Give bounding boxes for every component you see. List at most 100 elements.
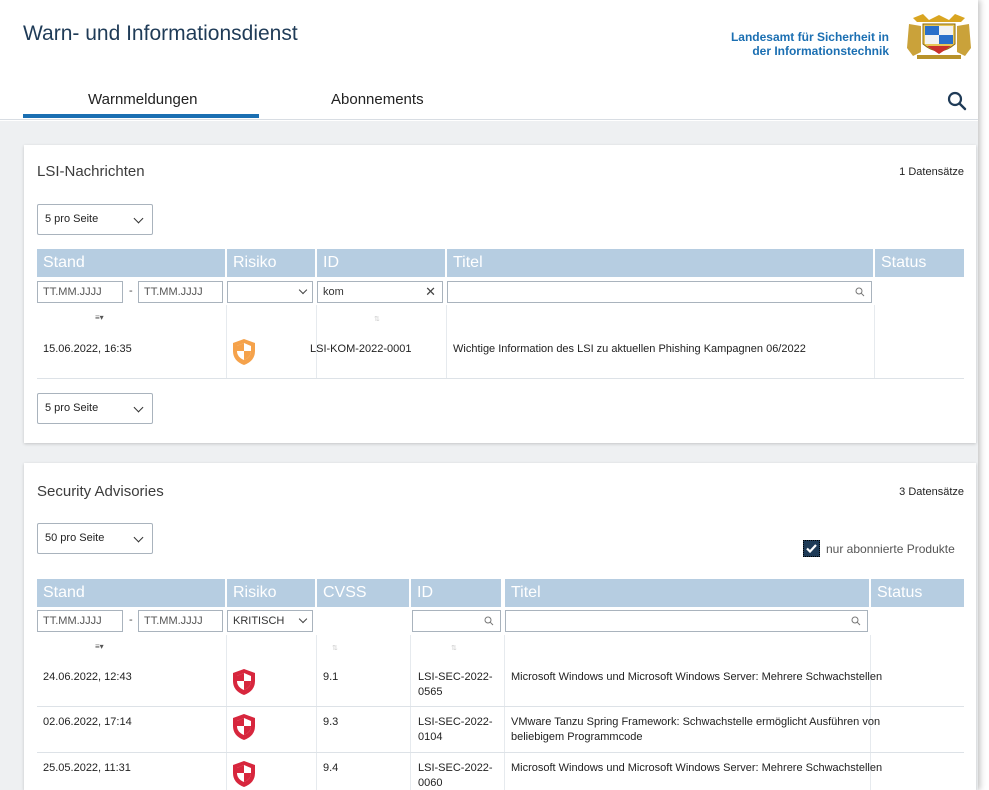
- shield-orange-icon: [233, 339, 255, 365]
- row-title-line-1: VMware Tanzu Spring Framework: Schwachst…: [511, 716, 881, 728]
- column-header-risiko[interactable]: Risiko: [227, 249, 315, 277]
- date-range-dash: -: [129, 614, 133, 626]
- column-header-stand[interactable]: Stand: [37, 249, 225, 277]
- chevron-down-icon: [298, 614, 308, 624]
- column-divider: [226, 305, 227, 379]
- row-title[interactable]: Microsoft Windows und Microsoft Windows …: [511, 761, 882, 776]
- row-stand: 15.06.2022, 16:35: [43, 343, 132, 355]
- coat-of-arms-logo: [903, 12, 975, 60]
- card-title: LSI-Nachrichten: [37, 163, 145, 180]
- column-divider: [446, 305, 447, 379]
- column-header-stand[interactable]: Stand: [37, 579, 225, 607]
- row-stand: 25.05.2022, 11:31: [43, 762, 131, 774]
- risk-filter-value: KRITISCH: [233, 615, 285, 627]
- active-tab-indicator: [23, 114, 259, 118]
- column-divider: [410, 635, 411, 790]
- row-id-line-2: 0060: [418, 777, 443, 789]
- card-title: Security Advisories: [37, 483, 164, 500]
- id-filter-input[interactable]: kom ✕: [317, 281, 443, 303]
- title-filter-input[interactable]: [505, 610, 868, 632]
- row-id[interactable]: LSI-SEC-2022- 0060: [418, 761, 493, 790]
- tab-warnmeldungen[interactable]: Warnmeldungen: [88, 91, 198, 108]
- date-to-filter[interactable]: TT.MM.JJJJ: [138, 281, 223, 303]
- date-range-dash: -: [129, 285, 133, 297]
- risk-filter-select[interactable]: [227, 281, 313, 303]
- column-header-titel[interactable]: Titel: [505, 579, 869, 607]
- row-title[interactable]: VMware Tanzu Spring Framework: Schwachst…: [511, 715, 880, 745]
- date-from-filter[interactable]: TT.MM.JJJJ: [37, 281, 123, 303]
- page-size-value: 5 pro Seite: [45, 213, 99, 225]
- column-divider: [874, 305, 875, 379]
- column-header-status[interactable]: Status: [875, 249, 964, 277]
- title-filter-input[interactable]: [447, 281, 872, 303]
- only-subscribed-label: nur abonnierte Produkte: [826, 542, 955, 556]
- sort-neutral-icon[interactable]: ⇅: [451, 644, 457, 652]
- row-divider: [37, 378, 964, 379]
- row-id-line-2: 0104: [418, 731, 443, 743]
- row-title-line-1: Microsoft Windows und Microsoft Windows …: [511, 762, 883, 774]
- row-cvss: 9.4: [323, 762, 339, 774]
- sort-desc-icon[interactable]: ≡▾: [95, 313, 104, 322]
- page-size-select[interactable]: 50 pro Seite: [37, 523, 153, 554]
- page-size-value: 5 pro Seite: [45, 402, 99, 414]
- row-cvss: 9.1: [323, 671, 339, 683]
- search-icon: [484, 616, 494, 626]
- row-id[interactable]: LSI-KOM-2022-0001: [310, 342, 412, 357]
- chevron-down-icon: [133, 532, 144, 543]
- row-title-line-1: Microsoft Windows und Microsoft Windows …: [511, 671, 883, 683]
- row-id-line-1: LSI-SEC-2022-: [418, 762, 493, 774]
- date-from-filter[interactable]: TT.MM.JJJJ: [37, 610, 123, 632]
- lsi-news-card: LSI-Nachrichten 1 Datensätze 5 pro Seite…: [24, 145, 976, 443]
- id-filter-value: kom: [323, 286, 344, 298]
- row-id-line-1: LSI-SEC-2022-: [418, 716, 493, 728]
- column-header-id[interactable]: ID: [411, 579, 501, 607]
- column-header-status[interactable]: Status: [871, 579, 964, 607]
- sort-neutral-icon[interactable]: ⇅: [374, 315, 380, 323]
- shield-red-icon: [233, 761, 255, 787]
- row-title[interactable]: Wichtige Information des LSI zu aktuelle…: [453, 342, 806, 357]
- row-id[interactable]: LSI-SEC-2022- 0104: [418, 715, 493, 745]
- clear-icon[interactable]: ✕: [425, 282, 436, 302]
- column-header-cvss[interactable]: CVSS Temporal: [317, 579, 409, 629]
- agency-line-2: der Informationstechnik: [752, 44, 889, 58]
- column-header-id[interactable]: ID: [317, 249, 445, 277]
- column-divider: [316, 635, 317, 790]
- shield-red-icon: [233, 714, 255, 740]
- row-divider: [37, 752, 964, 753]
- tab-abonnements[interactable]: Abonnements: [331, 91, 424, 108]
- page-size-select[interactable]: 5 pro Seite: [37, 204, 153, 235]
- checkmark-icon: [806, 544, 817, 554]
- agency-name: Landesamt für Sicherheit in der Informat…: [731, 30, 889, 58]
- row-title[interactable]: Microsoft Windows und Microsoft Windows …: [511, 670, 882, 685]
- column-header-risiko[interactable]: Risiko: [227, 579, 315, 607]
- app-title: Warn- und Informationsdienst: [23, 22, 298, 45]
- chevron-down-icon: [133, 402, 144, 413]
- row-title-line-2: beliebigem Programmcode: [511, 731, 643, 743]
- only-subscribed-checkbox[interactable]: [803, 540, 820, 557]
- row-stand: 02.06.2022, 17:14: [43, 716, 132, 728]
- sort-desc-icon[interactable]: ≡▾: [95, 642, 104, 651]
- id-filter-input[interactable]: [412, 610, 501, 632]
- shield-red-icon: [233, 669, 255, 695]
- row-cvss: 9.3: [323, 716, 339, 728]
- sort-neutral-icon[interactable]: ⇅: [332, 644, 338, 652]
- agency-line-1: Landesamt für Sicherheit in: [730, 30, 889, 44]
- row-id[interactable]: LSI-SEC-2022- 0565: [418, 670, 493, 700]
- search-icon: [855, 287, 865, 297]
- record-count: 3 Datensätze: [899, 486, 964, 498]
- search-icon[interactable]: [946, 90, 968, 112]
- record-count: 1 Datensätze: [899, 166, 964, 178]
- date-to-filter[interactable]: TT.MM.JJJJ: [138, 610, 223, 632]
- page-size-select-bottom[interactable]: 5 pro Seite: [37, 393, 153, 424]
- risk-filter-select[interactable]: KRITISCH: [227, 610, 313, 632]
- row-stand: 24.06.2022, 12:43: [43, 671, 132, 683]
- row-id-line-2: 0565: [418, 686, 443, 698]
- page-size-value: 50 pro Seite: [45, 532, 105, 544]
- row-id-line-1: LSI-SEC-2022-: [418, 671, 493, 683]
- column-divider: [226, 635, 227, 790]
- security-advisories-card: Security Advisories 3 Datensätze 50 pro …: [24, 463, 976, 790]
- column-header-titel[interactable]: Titel: [447, 249, 873, 277]
- row-divider: [37, 706, 964, 707]
- search-icon: [851, 616, 861, 626]
- chevron-down-icon: [298, 285, 308, 295]
